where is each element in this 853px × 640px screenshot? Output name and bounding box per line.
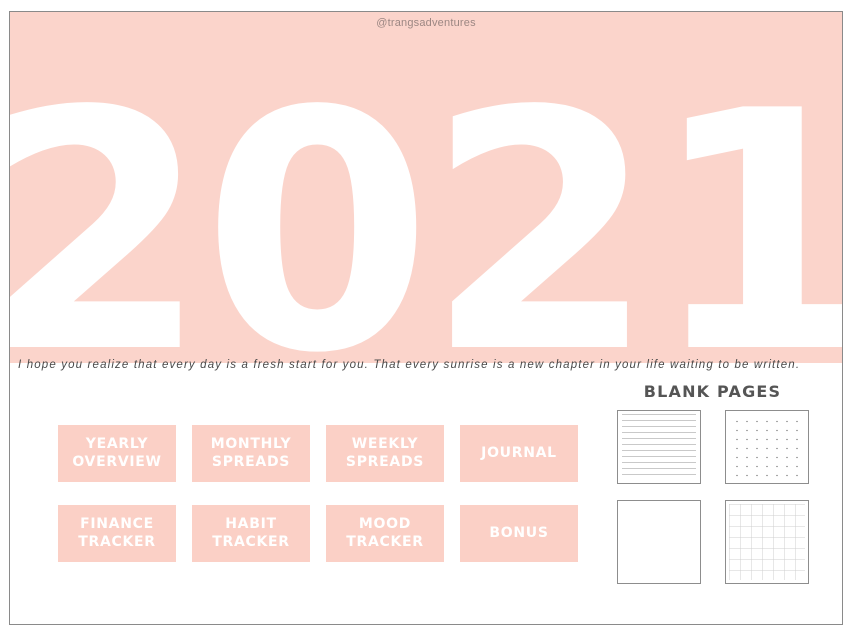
nav-button-journal[interactable]: JOURNAL: [460, 425, 578, 482]
nav-button-bonus[interactable]: BONUS: [460, 505, 578, 562]
nav-button-finance-tracker[interactable]: FINANCE TRACKER: [58, 505, 176, 562]
section-button-grid: YEARLY OVERVIEW MONTHLY SPREADS WEEKLY S…: [58, 425, 578, 562]
planner-cover-page: @trangsadventures 2021 I hope you realiz…: [0, 0, 853, 640]
navigation-area: YEARLY OVERVIEW MONTHLY SPREADS WEEKLY S…: [10, 372, 842, 624]
motivational-quote: I hope you realize that every day is a f…: [18, 359, 801, 371]
dotted-paper-pattern: [729, 415, 804, 479]
author-handle: @trangsadventures: [376, 17, 476, 29]
blank-page-thumbnail-grid: [605, 410, 820, 584]
year-title: 2021: [10, 41, 842, 363]
blank-page-thumb-dotted[interactable]: [724, 410, 809, 484]
blank-pages-heading: BLANK PAGES: [643, 382, 782, 401]
nav-button-yearly-overview[interactable]: YEARLY OVERVIEW: [58, 425, 176, 482]
blank-page-thumb-grid[interactable]: [724, 500, 809, 584]
hero-banner: @trangsadventures 2021: [10, 12, 842, 363]
nav-button-monthly-spreads[interactable]: MONTHLY SPREADS: [192, 425, 310, 482]
lined-paper-pattern: [621, 414, 696, 480]
blank-pages-section: BLANK PAGES: [605, 382, 820, 584]
blank-page-thumb-lined[interactable]: [616, 410, 701, 484]
nav-button-mood-tracker[interactable]: MOOD TRACKER: [326, 505, 444, 562]
nav-button-weekly-spreads[interactable]: WEEKLY SPREADS: [326, 425, 444, 482]
nav-button-habit-tracker[interactable]: HABIT TRACKER: [192, 505, 310, 562]
plain-paper-pattern: [617, 501, 700, 583]
grid-paper-pattern: [728, 504, 805, 580]
blank-page-thumb-plain[interactable]: [616, 500, 701, 584]
